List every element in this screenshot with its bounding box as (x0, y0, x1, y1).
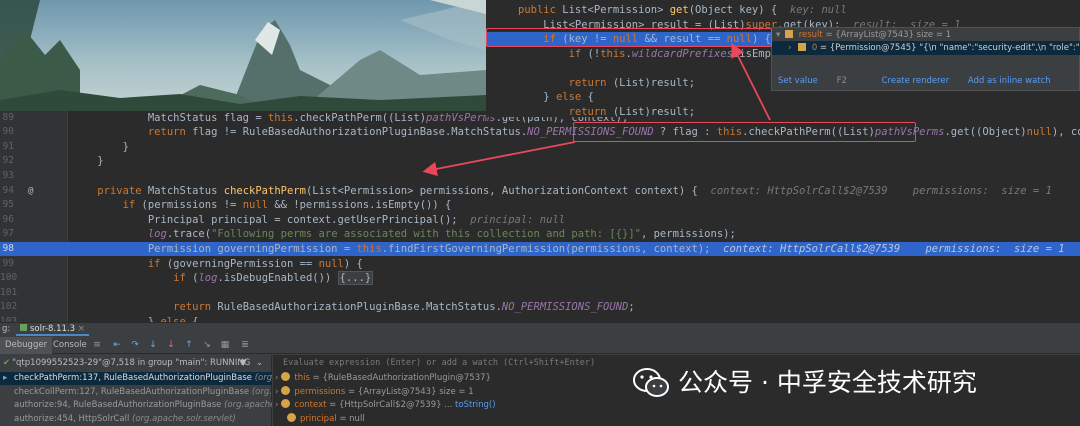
check-icon: ✔ (3, 358, 11, 368)
run-config-icon (20, 324, 27, 331)
thread-label: "qtp1099552523-29"@7,518 in group "main"… (12, 358, 251, 368)
close-icon[interactable]: × (78, 324, 85, 334)
frame-package: (org.apache.s (254, 373, 272, 383)
thread-selector[interactable]: ✔ "qtp1099552523-29"@7,518 in group "main… (0, 355, 272, 371)
run-to-cursor-icon[interactable]: ↘ (202, 340, 212, 350)
frame-package: (org.apache.s (251, 386, 272, 397)
layout-icon[interactable]: ≡ (92, 340, 102, 350)
tab-console[interactable]: Console (48, 337, 92, 354)
frame-package: (org.apache.solr.servlet) (132, 413, 236, 424)
run-config-label: solr-8.11.3 (30, 324, 76, 334)
code-editor[interactable]: 88 String path = context.getResource();8… (0, 0, 1080, 322)
expand-icon[interactable]: › (275, 373, 278, 383)
stack-frame[interactable]: checkCollPerm:127, RuleBasedAuthorizatio… (0, 386, 272, 399)
field-icon (287, 412, 296, 422)
step-out-icon[interactable]: ↑ (184, 340, 194, 350)
debug-tab-bar: g: solr-8.11.3 × (0, 323, 1080, 336)
frame-method: authorize:454, HttpSolrCall (14, 413, 133, 424)
stack-frame[interactable]: authorize:94, RuleBasedAuthorizationPlug… (0, 399, 272, 412)
variable-value: = {RuleBasedAuthorizationPlugin@7537} (309, 373, 491, 383)
debug-label: g: (2, 324, 11, 334)
field-icon (281, 372, 291, 381)
variable-row[interactable]: › context = {HttpSolrCall$2@7539} ... toS… (275, 399, 496, 412)
frames-panel[interactable]: ✔ "qtp1099552523-29"@7,518 in group "main… (0, 355, 272, 426)
stack-frame[interactable]: authorize:454, HttpSolrCall (org.apache.… (0, 413, 272, 426)
evaluate-icon[interactable]: ▦ (220, 340, 230, 350)
arrow-to-get (731, 42, 771, 121)
step-into-icon[interactable]: ↓ (148, 340, 158, 350)
show-execution-point-icon[interactable]: ⇤ (112, 340, 122, 350)
variable-value: = {ArrayList@7543} size = 1 (345, 386, 474, 397)
frame-method: checkCollPerm:127, RuleBasedAuthorizatio… (14, 386, 252, 397)
wechat-icon (633, 368, 669, 397)
watermark-text: 公众号 · 中孚安全技术研究 (678, 368, 977, 397)
variable-row[interactable]: › this = {RuleBasedAuthorizationPlugin@75… (275, 372, 491, 385)
expand-icon[interactable]: › (275, 400, 278, 410)
frame-method: authorize:94, RuleBasedAuthorizationPlug… (14, 400, 225, 410)
stack-frame[interactable]: checkPathPerm:137, RuleBasedAuthorizatio… (0, 372, 272, 385)
run-config-tab[interactable]: solr-8.11.3 × (16, 323, 89, 336)
field-icon (281, 385, 291, 395)
variable-row[interactable]: principal = null (287, 412, 365, 426)
chevron-down-icon[interactable]: ⌄ (256, 355, 263, 371)
force-step-into-icon[interactable]: ↓ (166, 340, 176, 350)
variable-name: permissions (294, 386, 346, 397)
variable-name: principal (300, 413, 337, 424)
filter-icon[interactable]: ▼ (240, 355, 247, 371)
current-frame-icon: ▸ (3, 373, 8, 383)
annotation-arrows (422, 42, 771, 177)
field-icon (281, 399, 291, 408)
tostring-link[interactable]: toString() (455, 400, 496, 410)
settings-icon[interactable]: ≣ (240, 340, 250, 350)
frame-method: checkPathPerm:137, RuleBasedAuthorizatio… (14, 373, 255, 383)
variable-value: = null (336, 413, 365, 424)
tab-debugger[interactable]: Debugger (0, 337, 53, 354)
variable-name: context (294, 400, 327, 410)
step-over-icon[interactable]: ↷ (130, 340, 140, 350)
arrow-to-checkpathperm (422, 141, 576, 177)
variable-name: this (294, 373, 310, 383)
debug-toolbar: Debugger Console ≡ ⇤ ↷ ↓ ↓ ↑ ↘ ▦ ≣ (0, 337, 1080, 354)
variable-row[interactable]: › permissions = {ArrayList@7543} size = 1 (275, 385, 474, 399)
expand-icon[interactable]: › (275, 387, 278, 397)
frame-package: (org.apache.solr.se (224, 400, 272, 410)
variable-value: = {HttpSolrCall$2@7539} ... (326, 400, 456, 410)
